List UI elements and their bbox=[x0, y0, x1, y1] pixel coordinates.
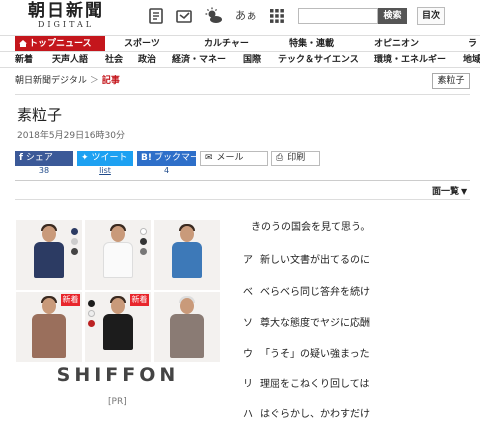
nav-opinion[interactable]: オピニオン bbox=[374, 36, 419, 52]
nav-sports[interactable]: スポーツ bbox=[124, 36, 160, 52]
poem-head-char: ソ bbox=[243, 318, 253, 329]
poem-head-char: べ bbox=[243, 287, 253, 298]
nav-culture[interactable]: カルチャー bbox=[204, 36, 249, 52]
nav-politics[interactable]: 政治 bbox=[138, 52, 156, 68]
ad-product-image[interactable]: 新着 bbox=[16, 292, 82, 362]
nav-international[interactable]: 国際 bbox=[243, 52, 261, 68]
poem-line: リ理屈をこねくり回しては bbox=[243, 375, 370, 390]
home-icon bbox=[19, 37, 27, 47]
ad-product-image[interactable] bbox=[85, 220, 151, 290]
series-tag[interactable]: 素粒子 bbox=[432, 73, 470, 89]
scrap-icon[interactable] bbox=[175, 7, 193, 25]
poem-text: 「うそ」の疑い強まった bbox=[260, 349, 370, 360]
poem-line: ア新しい文書が出てるのに bbox=[243, 251, 370, 266]
twitter-share-label: ツイート bbox=[91, 153, 128, 163]
nav-top-news[interactable]: トップニュース bbox=[15, 36, 105, 52]
poem-text: 理屈をこねくり回しては bbox=[260, 379, 370, 390]
poem-text: 尊大な態度でヤジに応酬 bbox=[260, 318, 370, 329]
poem-line: ソ尊大な態度でヤジに応酬 bbox=[243, 314, 370, 329]
mail-icon: ✉ bbox=[205, 153, 213, 163]
print-button[interactable]: ⎙ 印刷 bbox=[271, 151, 320, 166]
hatena-icon: B! bbox=[141, 153, 152, 163]
facebook-icon: f bbox=[19, 153, 23, 163]
nav-more[interactable]: ラ bbox=[468, 36, 477, 52]
breadcrumb: 朝日新聞デジタル＞記事 bbox=[15, 74, 120, 88]
ad-brand-logo: SHIFFON bbox=[56, 364, 180, 386]
facebook-share-label: シェア bbox=[25, 153, 53, 163]
print-label: 印刷 bbox=[287, 153, 306, 163]
poem-head-char: ア bbox=[243, 255, 253, 266]
mail-button[interactable]: ✉ メール bbox=[200, 151, 268, 166]
weather-icon[interactable] bbox=[205, 7, 223, 25]
breadcrumb-home[interactable]: 朝日新聞デジタル bbox=[15, 76, 87, 86]
ad-product-image[interactable] bbox=[154, 292, 220, 362]
breadcrumb-current[interactable]: 記事 bbox=[102, 76, 120, 86]
facebook-share-count[interactable]: 38 bbox=[15, 166, 73, 175]
poem-text: きのうの国会を見て思う。 bbox=[251, 222, 371, 233]
nav-tensei-jingo[interactable]: 天声人語 bbox=[52, 52, 88, 68]
poem-head-char: ハ bbox=[243, 409, 253, 420]
primary-nav: トップニュース スポーツ カルチャー 特集・連載 オピニオン ラ bbox=[0, 35, 480, 52]
print-icon: ⎙ bbox=[276, 153, 284, 163]
article-date: 2018年5月29日16時30分 bbox=[17, 131, 125, 141]
poem-line: べべらべら同じ答弁を続け bbox=[243, 283, 370, 298]
poem-line: ハはぐらかし、かわすだけ bbox=[243, 405, 370, 420]
poem-text: はぐらかし、かわすだけ bbox=[260, 409, 370, 420]
hatena-bookmark-button[interactable]: B! ブックマー bbox=[137, 151, 199, 166]
ad-product-image[interactable] bbox=[16, 220, 82, 290]
nav-environment[interactable]: 環境・エネルギー bbox=[374, 52, 446, 68]
secondary-nav: 新着 天声人語 社会 政治 経済・マネー 国際 テック＆サイエンス 環境・エネル… bbox=[0, 51, 480, 68]
toc-button[interactable]: 目次 bbox=[417, 7, 445, 25]
ad-product-image[interactable]: 新着 bbox=[85, 292, 151, 362]
poem-line: ウ「うそ」の疑い強まった bbox=[243, 345, 370, 360]
advertisement[interactable]: ▶ × 新着 新着 SHIFFON bbox=[16, 220, 220, 392]
font-size-icon[interactable]: あぁ bbox=[235, 7, 257, 25]
search-input[interactable] bbox=[298, 8, 378, 24]
poem-head-char: リ bbox=[243, 379, 253, 390]
twitter-icon: ✦ bbox=[81, 153, 89, 163]
logo-sub-text: DIGITAL bbox=[37, 20, 95, 29]
pr-label: [PR] bbox=[108, 397, 127, 407]
nav-region[interactable]: 地域 bbox=[463, 52, 480, 68]
page-list-label: 面一覧 bbox=[432, 187, 460, 197]
site-header: 朝日新聞 DIGITAL あぁ 検索 目次 bbox=[0, 0, 480, 32]
page-list-link[interactable]: 面一覧 ▼ bbox=[432, 184, 467, 197]
poem-text: 新しい文書が出てるのに bbox=[260, 255, 370, 266]
new-badge: 新着 bbox=[61, 294, 80, 306]
twitter-share-button[interactable]: ✦ ツイート bbox=[77, 151, 133, 166]
hatena-bookmark-label: ブックマー bbox=[153, 153, 199, 163]
ad-product-image[interactable] bbox=[154, 220, 220, 290]
poem-text: べらべら同じ答弁を続け bbox=[260, 287, 370, 298]
menu-grid-icon[interactable] bbox=[268, 7, 286, 25]
facebook-share-button[interactable]: f シェア bbox=[15, 151, 73, 166]
logo-main-text: 朝日新聞 bbox=[28, 1, 104, 21]
search-button[interactable]: 検索 bbox=[378, 8, 407, 24]
breadcrumb-separator: ＞ bbox=[89, 76, 99, 86]
divider bbox=[15, 94, 470, 95]
mail-label: メール bbox=[216, 153, 244, 163]
nav-features[interactable]: 特集・連載 bbox=[289, 36, 334, 52]
poem-line: きのうの国会を見て思う。 bbox=[251, 218, 370, 233]
hatena-bookmark-count[interactable]: 4 bbox=[137, 166, 196, 175]
chevron-down-icon: ▼ bbox=[461, 187, 468, 196]
site-logo[interactable]: 朝日新聞 DIGITAL bbox=[18, 2, 114, 30]
twitter-share-count[interactable]: list bbox=[77, 166, 133, 175]
nav-economy[interactable]: 経済・マネー bbox=[172, 52, 226, 68]
nav-new[interactable]: 新着 bbox=[15, 52, 33, 68]
divider bbox=[15, 199, 470, 200]
newspaper-icon[interactable] bbox=[147, 7, 165, 25]
article-title: 素粒子 bbox=[17, 106, 63, 124]
nav-tech-science[interactable]: テック＆サイエンス bbox=[278, 52, 359, 68]
poem-head-char: ウ bbox=[243, 349, 253, 360]
nav-society[interactable]: 社会 bbox=[105, 52, 123, 68]
new-badge: 新着 bbox=[130, 294, 149, 306]
divider bbox=[15, 180, 470, 181]
nav-top-news-label: トップニュース bbox=[29, 39, 92, 49]
